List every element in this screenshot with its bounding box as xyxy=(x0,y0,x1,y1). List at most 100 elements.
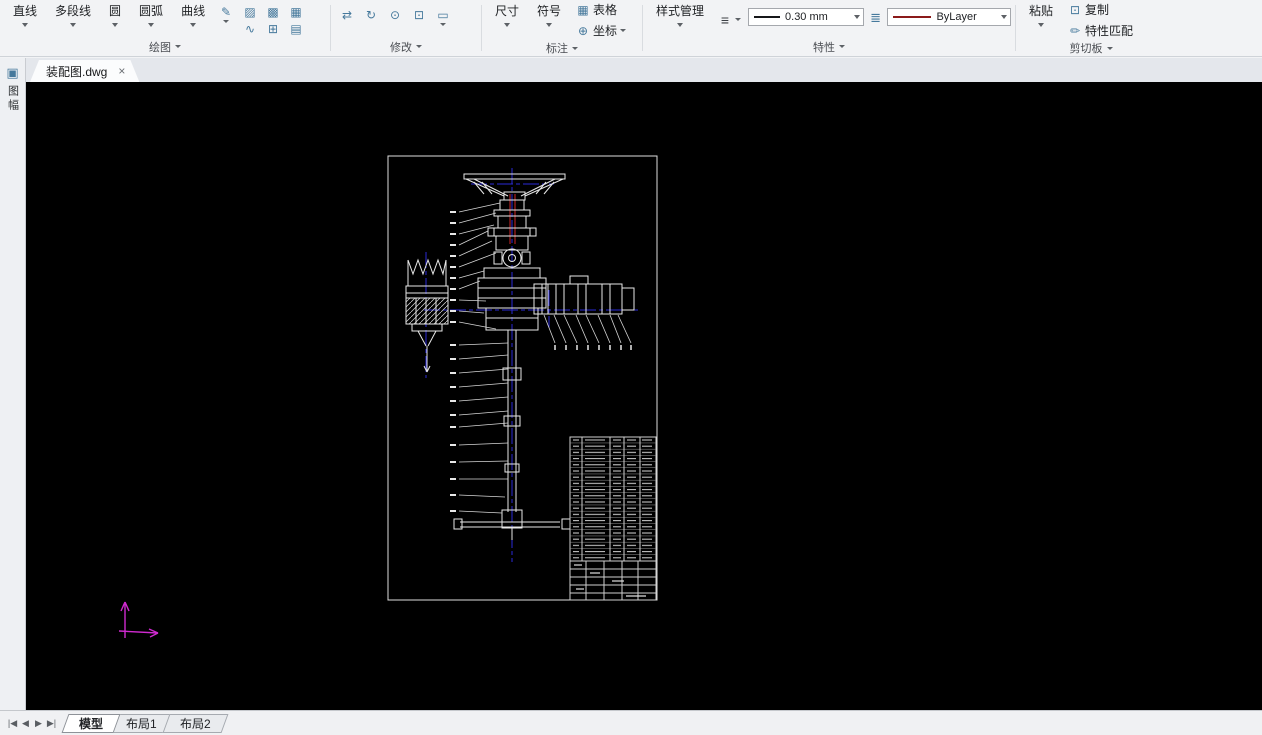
menu-icon: ≡ xyxy=(720,11,730,28)
chevron-down-icon[interactable] xyxy=(1001,15,1008,19)
modify-group-label[interactable]: 修改 xyxy=(331,37,481,56)
table-button[interactable]: ▦ 表格 xyxy=(572,0,630,19)
first-tab-button[interactable]: |◀ xyxy=(6,716,19,731)
hatch-icon[interactable]: ▨ xyxy=(240,3,260,20)
close-icon[interactable]: × xyxy=(116,65,127,77)
prev-tab-button[interactable]: ◀ xyxy=(19,716,32,731)
ucs-icon xyxy=(118,601,159,638)
symbol-button[interactable]: 符号 xyxy=(530,2,568,27)
cad-drawing xyxy=(118,155,658,638)
chevron-down-icon[interactable] xyxy=(677,23,683,27)
chevron-down-icon[interactable] xyxy=(1038,23,1044,27)
chevron-down-icon[interactable] xyxy=(223,20,230,23)
tab-layout2[interactable]: 布局2 xyxy=(162,713,228,733)
chevron-down-icon[interactable] xyxy=(440,23,446,26)
coordinate-button[interactable]: ⊕ 坐标 xyxy=(572,21,630,40)
clipboard-group-label[interactable]: 剪切板 xyxy=(1016,40,1166,56)
sketch-icon[interactable]: ✎ xyxy=(216,3,236,20)
array-tool[interactable]: ▭ xyxy=(433,6,453,26)
copy-object-icon[interactable]: ⊡ xyxy=(409,6,429,23)
draw-icon-grid: ▨ ▩ ▦ ∿ ⊞ ▤ xyxy=(240,3,309,37)
tab-layout1-label: 布局1 xyxy=(126,716,157,731)
document-title: 装配图.dwg xyxy=(46,64,108,79)
bylayer-line-sample xyxy=(893,16,932,18)
line-button[interactable]: 直线 xyxy=(6,2,44,27)
lineweight-value: 0.30 mm xyxy=(785,11,828,23)
chevron-down-icon[interactable] xyxy=(148,23,155,27)
chevron-down-icon xyxy=(839,45,845,48)
chevron-down-icon[interactable] xyxy=(853,15,860,19)
style-manager-button[interactable]: 样式管理 xyxy=(649,2,711,27)
bom-table xyxy=(569,436,657,601)
line-label: 直线 xyxy=(13,4,38,18)
ribbon-group-draw: 直线 多段线 圆 圆弧 曲线 ✎ ▨ ▩ ▦ ∿ ⊞ ▤ 绘图 xyxy=(0,0,330,56)
layer-menu-button[interactable]: ≡ xyxy=(715,10,744,29)
symbol-label: 符号 xyxy=(537,4,562,18)
sheet-frame-icon[interactable]: ▣ xyxy=(3,63,23,83)
circle-button[interactable]: 圆 xyxy=(102,2,128,27)
trim-icon[interactable]: ⊙ xyxy=(385,6,405,23)
region-icon[interactable]: ▦ xyxy=(286,3,306,20)
sheet-nav: |◀ ◀ ▶ ▶| xyxy=(0,716,62,731)
chevron-down-icon[interactable] xyxy=(190,23,197,27)
color-select[interactable]: ByLayer xyxy=(887,8,1012,26)
table-label: 表格 xyxy=(593,3,618,17)
list-icon[interactable]: ≣ xyxy=(868,10,884,26)
chevron-down-icon[interactable] xyxy=(735,18,742,21)
copy-button[interactable]: ⊡ 复制 xyxy=(1064,0,1137,19)
match-properties-icon: ✏ xyxy=(1069,23,1081,38)
ribbon-group-clipboard: 粘贴 ⊡ 复制 ✏ 特性匹配 剪切板 xyxy=(1016,0,1166,56)
lineweight-sample xyxy=(754,16,781,18)
draw-group-label-text: 绘图 xyxy=(149,41,171,54)
paste-button[interactable]: 粘贴 xyxy=(1022,2,1060,27)
color-value: ByLayer xyxy=(936,11,977,23)
chevron-down-icon xyxy=(416,45,422,48)
draw-group-label[interactable]: 绘图 xyxy=(0,37,330,56)
array-icon[interactable]: ▭ xyxy=(433,6,453,23)
sketch-tool[interactable]: ✎ xyxy=(216,3,236,23)
move-icon[interactable]: ⇄ xyxy=(337,6,357,23)
properties-group-label[interactable]: 特性 xyxy=(643,37,1015,56)
fill-icon[interactable]: ▩ xyxy=(263,3,283,20)
chevron-down-icon xyxy=(572,46,578,50)
match-properties-button[interactable]: ✏ 特性匹配 xyxy=(1064,21,1137,40)
tab-model[interactable]: 模型 xyxy=(61,713,121,733)
chevron-down-icon xyxy=(175,45,181,48)
coordinate-label: 坐标 xyxy=(593,24,618,38)
ribbon: 直线 多段线 圆 圆弧 曲线 ✎ ▨ ▩ ▦ ∿ ⊞ ▤ 绘图 ⇄ ↻ ⊙ ⊡ … xyxy=(0,0,1262,57)
curve-label: 曲线 xyxy=(181,4,206,18)
arc-button[interactable]: 圆弧 xyxy=(132,2,170,27)
next-tab-button[interactable]: ▶ xyxy=(32,716,45,731)
document-tab-active[interactable]: 装配图.dwg × xyxy=(30,60,139,82)
balloon-numbers-left xyxy=(450,211,456,512)
dimension-button[interactable]: 尺寸 xyxy=(488,2,526,27)
rotate-icon[interactable]: ↻ xyxy=(361,6,381,23)
layout-tabs: 模型 布局1 布局2 xyxy=(61,711,228,735)
spline-icon[interactable]: ∿ xyxy=(240,20,260,37)
chevron-down-icon[interactable] xyxy=(620,29,627,32)
ribbon-group-modify: ⇄ ↻ ⊙ ⊡ ▭ 修改 xyxy=(331,0,481,56)
polyline-button[interactable]: 多段线 xyxy=(48,2,98,27)
pattern-icon[interactable]: ▤ xyxy=(286,20,306,37)
curve-button[interactable]: 曲线 xyxy=(174,2,212,27)
chevron-down-icon[interactable] xyxy=(504,23,510,27)
last-tab-button[interactable]: ▶| xyxy=(45,716,58,731)
chevron-down-icon[interactable] xyxy=(112,23,119,27)
ribbon-group-annotate: 尺寸 符号 ▦ 表格 ⊕ 坐标 标注 xyxy=(482,0,642,56)
chevron-down-icon[interactable] xyxy=(546,23,553,27)
chevron-down-icon[interactable] xyxy=(22,23,28,27)
clipboard-group-label-text: 剪切板 xyxy=(1069,43,1103,55)
drawing-canvas[interactable] xyxy=(26,82,1262,710)
match-properties-label: 特性匹配 xyxy=(1085,24,1134,38)
arc-label: 圆弧 xyxy=(139,4,164,18)
annotate-group-label[interactable]: 标注 xyxy=(482,40,642,56)
lineweight-select[interactable]: 0.30 mm xyxy=(748,8,864,26)
paste-label: 粘贴 xyxy=(1029,4,1054,18)
document-tab-bar: 装配图.dwg × xyxy=(26,58,1262,82)
circle-label: 圆 xyxy=(109,4,122,18)
properties-group-label-text: 特性 xyxy=(813,41,835,54)
grid-icon[interactable]: ⊞ xyxy=(263,20,283,37)
part-detail-view xyxy=(405,258,449,373)
sheet-panel-tab[interactable]: 图幅 xyxy=(5,85,21,113)
chevron-down-icon[interactable] xyxy=(70,23,77,27)
